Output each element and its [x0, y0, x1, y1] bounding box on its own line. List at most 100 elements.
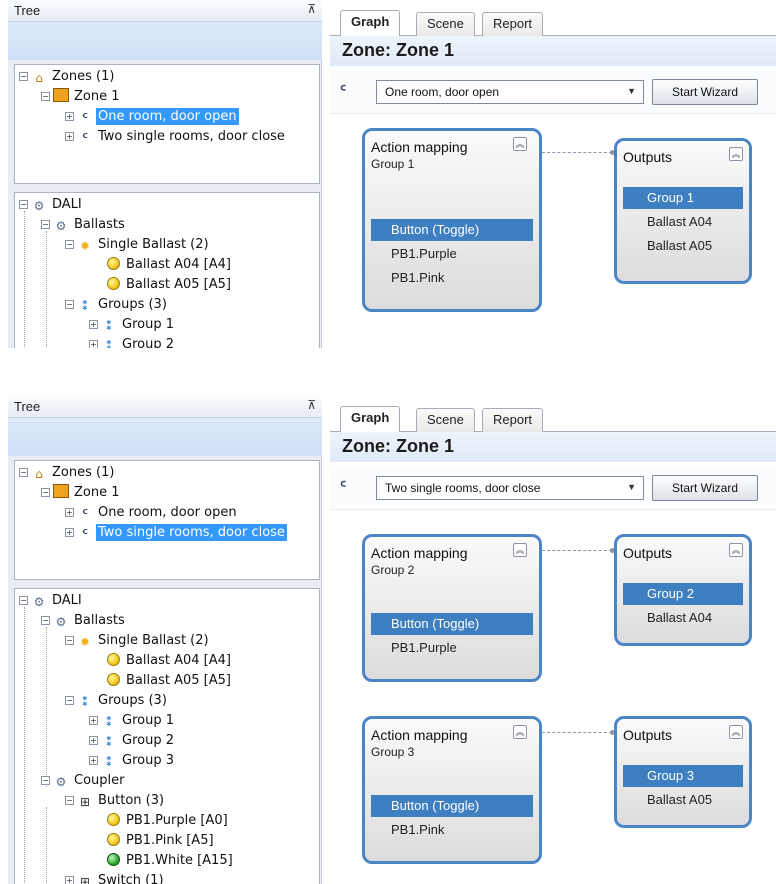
collapse-icon[interactable]: −	[41, 488, 50, 497]
expand-icon[interactable]: +	[65, 112, 74, 121]
tree-item-groups[interactable]: − ⁑ Groups (3)	[65, 295, 169, 315]
pin-icon[interactable]: ⊼	[307, 2, 316, 16]
tree-item-zones[interactable]: − ⌂ Zones (1)	[19, 463, 116, 483]
chevron-down-icon[interactable]: ▼	[627, 482, 636, 492]
tree-item-groups[interactable]: − ⁑ Groups (3)	[65, 691, 169, 711]
tree-item-group-1[interactable]: + ⁑ Group 1	[89, 315, 176, 335]
expand-icon[interactable]: +	[89, 340, 98, 348]
collapse-icon[interactable]: −	[41, 220, 50, 229]
tree-item-ballast-a04[interactable]: Ballast A04 [A4]	[107, 255, 233, 275]
list-item[interactable]: Ballast A05	[623, 789, 712, 811]
tab-graph[interactable]: Graph	[340, 406, 401, 432]
list-item[interactable]: Ballast A04	[623, 211, 712, 233]
outputs-card[interactable]: Outputs ︽ Group 3 Ballast A05	[614, 716, 752, 828]
expand-icon[interactable]: +	[65, 508, 74, 517]
tree-item-single-ballast[interactable]: − ✹ Single Ballast (2)	[65, 235, 211, 255]
collapse-icon[interactable]: −	[65, 240, 74, 249]
tree-item-button[interactable]: − ⊞ Button (3)	[65, 791, 166, 811]
tree-item-dali[interactable]: − ⚙ DALI	[19, 195, 84, 215]
expand-icon[interactable]: +	[65, 528, 74, 537]
collapse-icon[interactable]: −	[65, 636, 74, 645]
tree-item-dali[interactable]: − ⚙ DALI	[19, 591, 84, 611]
action-mapping-card[interactable]: Action mapping Group 3 ︽ Button (Toggle)…	[362, 716, 542, 864]
tab-report[interactable]: Report	[482, 408, 544, 432]
tree-item-scene-one-room[interactable]: + ᑦ One room, door open	[65, 107, 239, 127]
collapse-icon[interactable]: ︽	[513, 137, 527, 151]
tree-item-group-2[interactable]: + ⁑ Group 2	[89, 335, 176, 348]
tab-scene[interactable]: Scene	[416, 12, 475, 36]
tree-item-scene-two-rooms[interactable]: + ᑦ Two single rooms, door close	[65, 523, 287, 543]
tab-report[interactable]: Report	[482, 12, 544, 36]
scene-select[interactable]: One room, door open ▼	[376, 80, 644, 104]
list-item[interactable]: Group 1	[623, 187, 743, 209]
outputs-card[interactable]: Outputs ︽ Group 1 Ballast A04 Ballast A0…	[614, 138, 752, 284]
expand-icon[interactable]: +	[89, 716, 98, 725]
scene-select[interactable]: Two single rooms, door close ▼	[376, 476, 644, 500]
collapse-icon[interactable]: −	[65, 796, 74, 805]
tree-item-ballast-a05[interactable]: Ballast A05 [A5]	[107, 671, 233, 691]
collapse-icon[interactable]: ︽	[513, 543, 527, 557]
list-item[interactable]: PB1.Pink	[371, 267, 444, 289]
list-item[interactable]: Button (Toggle)	[371, 219, 533, 241]
list-item[interactable]: Ballast A04	[623, 607, 712, 629]
collapse-icon[interactable]: ︽	[729, 147, 743, 161]
tree-item-pb-white[interactable]: PB1.White [A15]	[107, 851, 235, 871]
tree-item-zone-1[interactable]: − Zone 1	[41, 87, 122, 107]
collapse-icon[interactable]: −	[41, 616, 50, 625]
tree-item-coupler[interactable]: − ⚙ Coupler	[41, 771, 126, 791]
tab-graph[interactable]: Graph	[340, 10, 401, 36]
list-item[interactable]: Group 3	[623, 765, 743, 787]
outputs-card[interactable]: Outputs ︽ Group 2 Ballast A04	[614, 534, 752, 646]
expand-icon[interactable]: +	[89, 756, 98, 765]
collapse-icon[interactable]: ︽	[729, 725, 743, 739]
chevron-down-icon[interactable]: ▼	[627, 86, 636, 96]
list-item[interactable]: PB1.Purple	[371, 637, 457, 659]
list-item[interactable]: Group 2	[623, 583, 743, 605]
start-wizard-button[interactable]: Start Wizard	[652, 79, 758, 105]
content-area: Graph Scene Report Zone: Zone 1 ᑦ Two si…	[330, 396, 776, 884]
card-title: Action mapping	[371, 139, 468, 155]
list-item[interactable]: Ballast A05	[623, 235, 712, 257]
tree-item-zone-1[interactable]: − Zone 1	[41, 483, 122, 503]
tree-item-scene-two-rooms[interactable]: + ᑦ Two single rooms, door close	[65, 127, 287, 147]
list-item[interactable]: Button (Toggle)	[371, 795, 533, 817]
tree-item-scene-one-room[interactable]: + ᑦ One room, door open	[65, 503, 239, 523]
tree-item-single-ballast[interactable]: − ✹ Single Ballast (2)	[65, 631, 211, 651]
tree-item-switch[interactable]: + ⊞ Switch (1)	[65, 871, 166, 884]
scene-toolbar: ᑦ One room, door open ▼ Start Wizard	[330, 70, 776, 114]
list-item[interactable]: PB1.Purple	[371, 243, 457, 265]
expand-icon[interactable]: +	[65, 876, 74, 884]
tree-item-ballast-a05[interactable]: Ballast A05 [A5]	[107, 275, 233, 295]
tab-bar: Graph Scene Report	[330, 402, 776, 432]
collapse-icon[interactable]: −	[65, 696, 74, 705]
tree-item-ballasts[interactable]: − ⚙ Ballasts	[41, 611, 127, 631]
tree-item-group-2[interactable]: + ⁑ Group 2	[89, 731, 176, 751]
collapse-icon[interactable]: −	[19, 468, 28, 477]
expand-icon[interactable]: +	[65, 132, 74, 141]
list-item[interactable]: PB1.Pink	[371, 819, 444, 841]
tree-item-pb-pink[interactable]: PB1.Pink [A5]	[107, 831, 216, 851]
collapse-icon[interactable]: −	[41, 776, 50, 785]
collapse-icon[interactable]: −	[19, 596, 28, 605]
expand-icon[interactable]: +	[89, 320, 98, 329]
action-mapping-card[interactable]: Action mapping Group 2 ︽ Button (Toggle)…	[362, 534, 542, 682]
tree-item-pb-purple[interactable]: PB1.Purple [A0]	[107, 811, 230, 831]
tab-scene[interactable]: Scene	[416, 408, 475, 432]
collapse-icon[interactable]: −	[19, 72, 28, 81]
collapse-icon[interactable]: ︽	[729, 543, 743, 557]
list-item[interactable]: Button (Toggle)	[371, 613, 533, 635]
collapse-icon[interactable]: −	[41, 92, 50, 101]
tree-item-group-1[interactable]: + ⁑ Group 1	[89, 711, 176, 731]
tree-item-ballast-a04[interactable]: Ballast A04 [A4]	[107, 651, 233, 671]
tree-item-group-3[interactable]: + ⁑ Group 3	[89, 751, 176, 771]
expand-icon[interactable]: +	[89, 736, 98, 745]
start-wizard-button[interactable]: Start Wizard	[652, 475, 758, 501]
collapse-icon[interactable]: ︽	[513, 725, 527, 739]
dali-tree: − ⚙ DALI − ⚙ Ballasts − ✹ Single Ballast (2) B…	[14, 192, 320, 348]
tree-item-zones[interactable]: − ⌂ Zones (1)	[19, 67, 116, 87]
collapse-icon[interactable]: −	[65, 300, 74, 309]
action-mapping-card[interactable]: Action mapping Group 1 ︽ Button (Toggle)…	[362, 128, 542, 312]
collapse-icon[interactable]: −	[19, 200, 28, 209]
tree-item-ballasts[interactable]: − ⚙ Ballasts	[41, 215, 127, 235]
pin-icon[interactable]: ⊼	[307, 398, 316, 412]
